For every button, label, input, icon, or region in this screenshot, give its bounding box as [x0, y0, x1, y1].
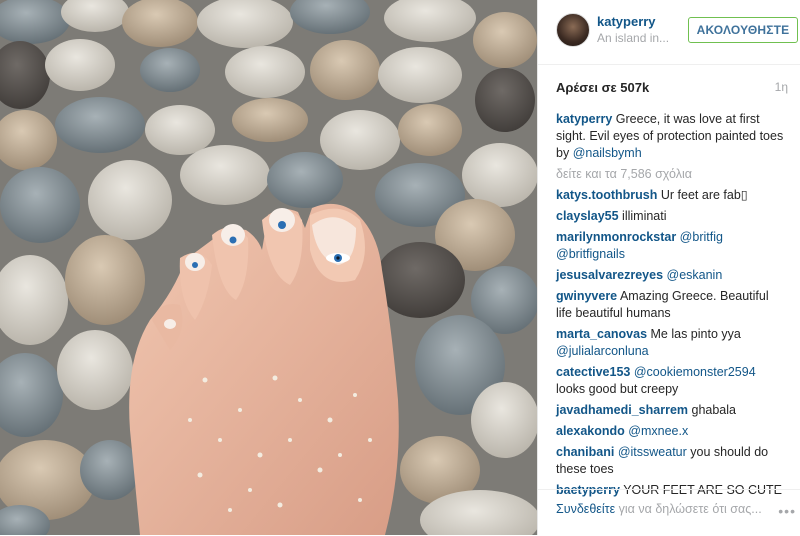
caption: katyperry Greece, it was love at first s… [556, 111, 788, 162]
list-item: chanibani @itssweatur you should do thes… [556, 444, 788, 478]
caption-username[interactable]: katyperry [556, 112, 612, 126]
comment-mention[interactable]: @itssweatur [618, 445, 687, 459]
comment-text: looks good but creepy [556, 382, 679, 396]
unknown-glyph-icon: ▯ [740, 188, 748, 202]
comment-text: Me las pinto yya [650, 327, 741, 341]
comment-text: illiminati [622, 209, 667, 223]
list-item: marta_canovas Me las pinto yya @julialar… [556, 326, 788, 360]
ellipsis-icon[interactable]: ••• [778, 503, 796, 519]
comment-username[interactable]: marta_canovas [556, 327, 647, 341]
comment-username[interactable]: chanibani [556, 445, 614, 459]
comment-username[interactable]: jesusalvarezreyes [556, 268, 663, 282]
post-photo[interactable] [0, 0, 537, 535]
comment-username[interactable]: gwinyvere [556, 289, 617, 303]
comment-username[interactable]: katys.toothbrush [556, 188, 657, 202]
list-item: clayslay55 illiminati [556, 208, 788, 225]
list-item: alexakondo @mxnee.x [556, 423, 788, 440]
comment-username[interactable]: catective153 [556, 365, 630, 379]
caption-mention[interactable]: @nailsbymh [573, 146, 642, 160]
list-item: jesusalvarezreyes @eskanin [556, 267, 788, 284]
likes-count[interactable]: Αρέσει σε 507k [556, 80, 649, 95]
post-header: katyperry An island in... ΑΚΟΛΟΥΘΗΣΤΕ [538, 0, 800, 65]
login-link[interactable]: Συνδεθείτε [556, 502, 615, 516]
avatar[interactable] [556, 13, 590, 47]
post-location[interactable]: An island in... [597, 31, 669, 45]
post-footer: Συνδεθείτε για να δηλώσετε ότι σας... ••… [538, 489, 800, 536]
login-prompt: Συνδεθείτε για να δηλώσετε ότι σας... [556, 502, 762, 516]
comment-username[interactable]: javadhamedi_sharrem [556, 403, 688, 417]
comment-mention[interactable]: @julialarconluna [556, 344, 649, 358]
comment-mention[interactable]: @mxnee.x [628, 424, 688, 438]
view-all-comments-link[interactable]: δείτε και τα 7,586 σχόλια [556, 166, 788, 183]
login-prompt-text: για να δηλώσετε ότι σας... [618, 502, 762, 516]
comment-mention[interactable]: @eskanin [667, 268, 723, 282]
comment-username[interactable]: alexakondo [556, 424, 625, 438]
list-item: katys.toothbrush Ur feet are fab▯ [556, 187, 788, 204]
list-item: gwinyvere Amazing Greece. Beautiful life… [556, 288, 788, 322]
comment-text: Ur feet are fab [660, 188, 741, 202]
pebbles-foot-image [0, 0, 537, 535]
list-item: catective153 @cookiemonster2594 looks go… [556, 364, 788, 398]
follow-button[interactable]: ΑΚΟΛΟΥΘΗΣΤΕ [688, 17, 798, 43]
post-author-username[interactable]: katyperry [597, 14, 656, 29]
list-item: marilynmonrockstar @britfig @britfignail… [556, 229, 788, 263]
comment-text: ghabala [691, 403, 737, 417]
comments-list: katyperry Greece, it was love at first s… [556, 111, 788, 503]
comment-mention[interactable]: @cookiemonster2594 [634, 365, 756, 379]
comment-username[interactable]: marilynmonrockstar [556, 230, 676, 244]
list-item: javadhamedi_sharrem ghabala [556, 402, 788, 419]
instagram-post: katyperry An island in... ΑΚΟΛΟΥΘΗΣΤΕ Αρ… [0, 0, 800, 535]
comment-username[interactable]: clayslay55 [556, 209, 619, 223]
post-age: 1η [774, 80, 788, 94]
follow-button-label: ΑΚΟΛΟΥΘΗΣΤΕ [696, 23, 790, 37]
post-details-panel: katyperry An island in... ΑΚΟΛΟΥΘΗΣΤΕ Αρ… [537, 0, 800, 535]
